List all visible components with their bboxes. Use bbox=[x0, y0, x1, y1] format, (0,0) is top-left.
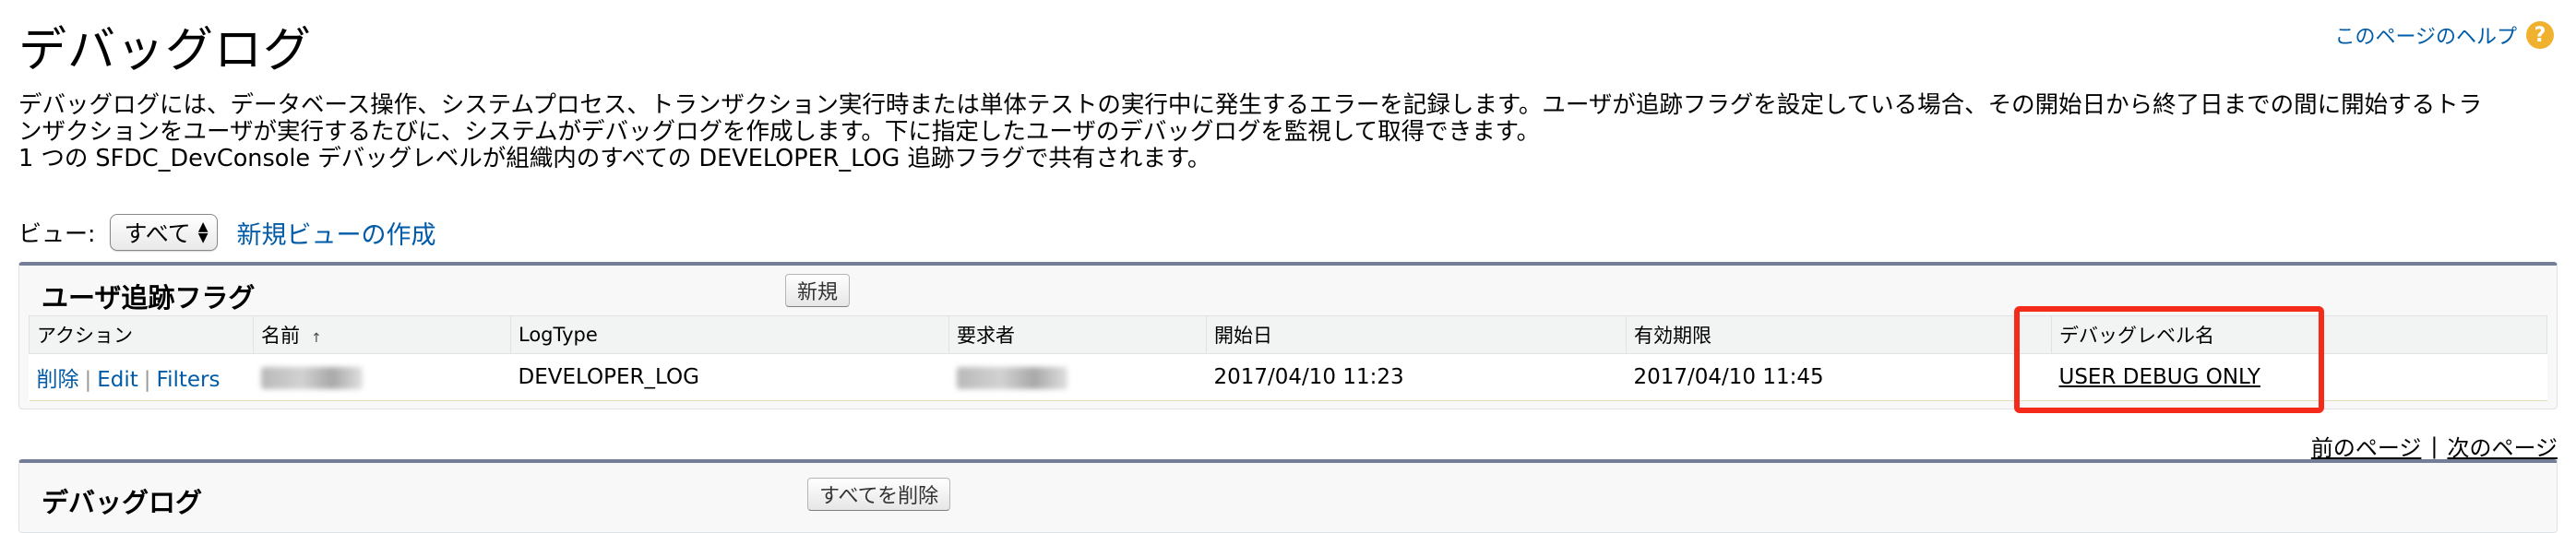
pager-separator: | bbox=[2430, 432, 2439, 459]
separator: | bbox=[143, 368, 151, 392]
delete-link[interactable]: 削除 bbox=[37, 368, 79, 392]
description-line: 1 つの SFDC_DevConsole デバッグレベルが組織内のすべての DE… bbox=[18, 145, 1211, 172]
new-trace-flag-button[interactable]: 新規 bbox=[785, 274, 851, 307]
help-link[interactable]: このページのヘルプ ? bbox=[2334, 20, 2554, 50]
row-name[interactable] bbox=[253, 353, 511, 401]
trace-flags-title: ユーザ追跡フラグ bbox=[42, 282, 256, 314]
blurred-requester bbox=[956, 366, 1067, 389]
create-new-view-link[interactable]: 新規ビューの作成 bbox=[236, 215, 435, 251]
blurred-name bbox=[260, 366, 363, 389]
page-title: デバッグログ bbox=[18, 23, 313, 78]
row-actions: 削除 | Edit | Filters bbox=[29, 353, 254, 401]
select-arrows-icon: ▲ ▼ bbox=[197, 219, 209, 245]
column-header-requested-by: 要求者 bbox=[948, 315, 1207, 354]
view-select[interactable]: すべて ▲ ▼ bbox=[110, 214, 219, 251]
trace-flags-header: ユーザ追跡フラグ 新規 bbox=[19, 266, 2557, 315]
view-select-value: すべて bbox=[124, 220, 191, 247]
table-header-row: アクション 名前 ↑ LogType 要求者 開始日 有効期限 デバッグレベル名 bbox=[29, 315, 2547, 354]
trace-flags-table: アクション 名前 ↑ LogType 要求者 開始日 有効期限 デバッグレベル名 … bbox=[29, 315, 2547, 401]
description-line: ンザクションをユーザが実行するたびに、システムがデバッグログを作成します。下に指… bbox=[18, 118, 1541, 146]
row-expiration: 2017/04/10 11:45 bbox=[1626, 353, 2052, 401]
debug-logs-header: デバッグログ すべてを削除 bbox=[19, 463, 2557, 518]
row-requested-by[interactable] bbox=[948, 353, 1207, 401]
table-row: 削除 | Edit | Filters DEVELOPER_LOG 2017/04/10… bbox=[29, 353, 2547, 401]
edit-link[interactable]: Edit bbox=[97, 368, 138, 392]
column-header-logtype: LogType bbox=[510, 315, 949, 354]
sort-ascending-icon: ↑ bbox=[311, 331, 322, 346]
view-label: ビュー: bbox=[18, 220, 96, 247]
row-debug-level: USER DEBUG ONLY bbox=[2051, 353, 2547, 401]
column-header-name-label: 名前 bbox=[261, 325, 300, 347]
debug-level-link[interactable]: USER DEBUG ONLY bbox=[2059, 365, 2260, 389]
question-icon[interactable]: ? bbox=[2526, 21, 2554, 49]
debug-logs-panel: デバッグログ すべてを削除 bbox=[18, 459, 2558, 533]
column-header-action: アクション bbox=[29, 315, 254, 354]
column-header-name[interactable]: 名前 ↑ bbox=[253, 315, 511, 354]
page-description: デバッグログには、データベース操作、システムプロセス、トランザクション実行時また… bbox=[18, 92, 2558, 172]
next-page-link[interactable]: 次のページ bbox=[2447, 430, 2558, 462]
previous-page-link[interactable]: 前のページ bbox=[2311, 430, 2422, 462]
column-header-start-date: 開始日 bbox=[1206, 315, 1627, 354]
row-start-date: 2017/04/10 11:23 bbox=[1206, 353, 1627, 401]
row-logtype: DEVELOPER_LOG bbox=[510, 353, 949, 401]
view-bar: ビュー: すべて ▲ ▼ 新規ビューの作成 bbox=[18, 214, 435, 251]
help-link-label: このページのヘルプ bbox=[2334, 26, 2517, 49]
description-line: デバッグログには、データベース操作、システムプロセス、トランザクション実行時また… bbox=[18, 91, 2483, 119]
pager: 前のページ | 次のページ bbox=[2311, 430, 2558, 462]
column-header-debug-level: デバッグレベル名 bbox=[2051, 315, 2547, 354]
separator: | bbox=[84, 368, 92, 392]
user-trace-flags-panel: ユーザ追跡フラグ 新規 アクション 名前 ↑ LogType 要求者 開始日 有効… bbox=[18, 262, 2558, 409]
column-header-expiration: 有効期限 bbox=[1626, 315, 2052, 354]
filters-link[interactable]: Filters bbox=[157, 368, 221, 392]
delete-all-button[interactable]: すべてを削除 bbox=[807, 478, 951, 511]
